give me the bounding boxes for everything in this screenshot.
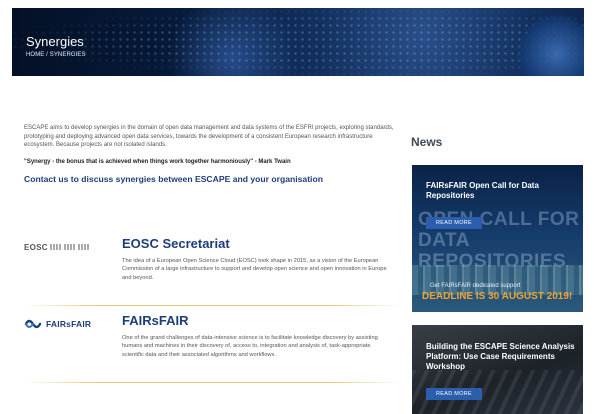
fairsfair-mark-icon xyxy=(24,319,42,329)
read-more-button[interactable]: READ MORE xyxy=(426,217,483,229)
fairsfair-logo[interactable]: FAIRsFAIR xyxy=(24,313,112,335)
read-more-button[interactable]: READ MORE xyxy=(426,388,483,400)
entry-description: The idea of a European Open Science Clou… xyxy=(122,258,387,281)
breadcrumb-current: SYNERGIES xyxy=(49,52,86,58)
news-card-fairsfair-open-call[interactable]: OPEN CALL FOR DATA REPOSITORIES FAIRsFAI… xyxy=(412,165,583,312)
synergy-entry-eosc: EOSC EOSC Secretariat The idea of a Euro… xyxy=(24,236,402,306)
entry-divider xyxy=(24,305,402,306)
hero-banner: Synergies HOME / SYNERGIES xyxy=(12,8,584,76)
main-content: ESCAPE aims to develop synergies in the … xyxy=(24,124,402,184)
breadcrumb: HOME / SYNERGIES xyxy=(26,52,86,58)
page-title: Synergies xyxy=(26,34,84,49)
entry-title[interactable]: EOSC Secretariat xyxy=(122,236,230,251)
news-card-title[interactable]: Building the ESCAPE Science Analysis Pla… xyxy=(426,342,576,372)
news-heading: News xyxy=(411,135,443,149)
breadcrumb-home-link[interactable]: HOME xyxy=(26,52,44,58)
twain-quote: "Synergy - the bonus that is achieved wh… xyxy=(24,158,291,165)
news-card-deadline: DEADLINE IS 30 AUGUST 2019! xyxy=(422,291,573,302)
contact-link[interactable]: Contact us to discuss synergies between … xyxy=(24,174,402,184)
entry-description: One of the grand challenges of data-inte… xyxy=(122,335,378,358)
eosc-logo-text: EOSC xyxy=(24,242,48,252)
news-card-title[interactable]: FAIRsFAIR Open Call for Data Repositorie… xyxy=(426,181,576,201)
news-card-workshop[interactable]: Building the ESCAPE Science Analysis Pla… xyxy=(412,325,583,414)
synergy-entry-fairsfair: FAIRsFAIR FAIRsFAIR One of the grand cha… xyxy=(24,313,402,383)
news-card-image-subtitle: Get FAIRsFAIR dedicated support xyxy=(430,283,521,289)
intro-paragraph: ESCAPE aims to develop synergies in the … xyxy=(24,125,394,148)
entry-divider xyxy=(24,382,402,383)
entry-title[interactable]: FAIRsFAIR xyxy=(122,313,188,328)
eosc-logo[interactable]: EOSC xyxy=(24,236,112,258)
fairsfair-logo-text: FAIRsFAIR xyxy=(46,319,92,329)
page: Synergies HOME / SYNERGIES ESCAPE aims t… xyxy=(0,0,597,414)
